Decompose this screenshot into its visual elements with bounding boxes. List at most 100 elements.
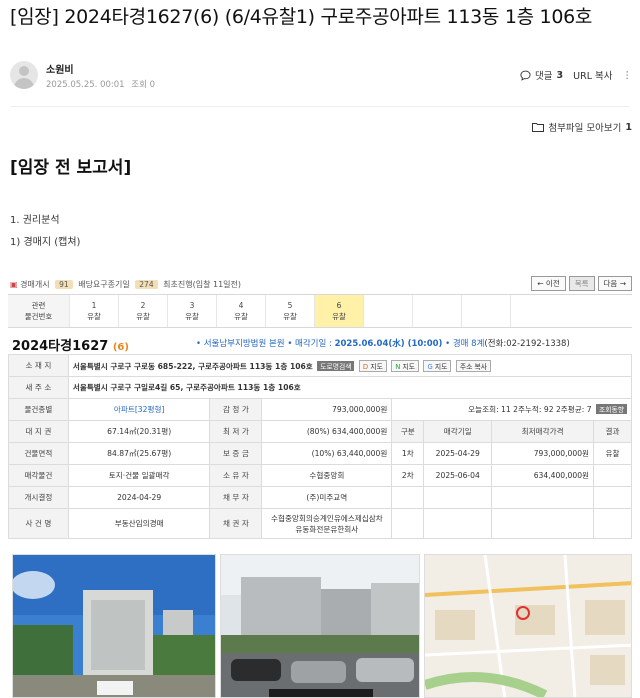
table-row: 새 주 소 서울특별시 구로구 구일로4길 65, 구로주공아파트 113동 1… xyxy=(8,376,633,399)
history-cell: 634,400,000원 xyxy=(491,464,595,487)
row-label: 채 무 자 xyxy=(209,486,263,509)
stage-no: 4 xyxy=(238,301,244,310)
creditor-cell: 수협중앙회의승계인유에스제십삼차 유동화전문유한회사 xyxy=(261,508,393,539)
row-value: 수협중앙회 xyxy=(261,464,393,487)
row-value: 토지·건물 일괄매각 xyxy=(67,464,211,487)
court-dept: • 경매 8계 xyxy=(445,339,485,349)
building-photo-2 xyxy=(220,554,420,698)
property-photos xyxy=(12,554,632,698)
stage-header-line2: 물건번호 xyxy=(24,312,53,321)
row-value: (주)미주교역 xyxy=(261,486,393,509)
subsection-title: 1) 경매지 (캡쳐) xyxy=(10,237,81,248)
case-line: 2024타경1627 (6) • 서울남부지방법원 본원 • 매각기일 : 20… xyxy=(12,335,632,354)
row-label: 개시결정 xyxy=(8,486,69,509)
map-button: G 지도 xyxy=(423,359,452,372)
copy-address-button: 주소 복사 xyxy=(455,359,492,372)
map-button: D 지도 xyxy=(358,359,387,372)
row-label: 물건종별 xyxy=(8,398,69,421)
history-cell-empty xyxy=(593,508,632,539)
location-label: 소 재 지 xyxy=(8,354,69,377)
dividend-label: 배당요구종기일 xyxy=(78,280,130,289)
stage-no: 3 xyxy=(189,301,195,310)
folder-icon xyxy=(532,123,545,132)
avatar[interactable] xyxy=(10,61,38,89)
history-cell: 2025-06-04 xyxy=(423,464,493,487)
table-row: 소 재 지 서울특별시 구로구 구로동 685-222, 구로주공아파트 113… xyxy=(8,354,633,377)
row-label: 매각물건 xyxy=(8,464,69,487)
case-info: • 서울남부지방법원 본원 • 매각기일 : 2025.06.04(水) (10… xyxy=(196,337,570,349)
next-button: 다음 → xyxy=(597,276,632,291)
court-name: • 서울남부지방법원 본원 xyxy=(196,339,285,349)
author-name[interactable]: 소원비 xyxy=(46,61,74,76)
comments-label[interactable]: 댓글 xyxy=(535,68,552,82)
road-search-button: 도로명검색 xyxy=(317,360,355,371)
comment-icon[interactable] xyxy=(520,70,531,81)
court-phone: (전화:02-2192-1338) xyxy=(484,339,570,349)
stage-status: 유찰 xyxy=(283,312,297,321)
case-year-no: 2024타경1627 xyxy=(12,339,109,354)
history-cell-empty xyxy=(423,508,493,539)
stage-status: 유찰 xyxy=(185,312,199,321)
location-value: 서울특별시 구로구 구로동 685-222, 구로주공아파트 113동 1층 1… xyxy=(72,361,313,371)
avatar-head xyxy=(19,66,29,76)
row-value: 아파트[32평형] xyxy=(67,398,211,421)
report-heading: [임장 전 보고서] xyxy=(10,158,132,178)
row-value: 84.87㎡(25.67평) xyxy=(67,442,211,465)
table-row: 대 지 권 67.14㎡(20.31평) 최 저 가 (80%) 634,400… xyxy=(8,420,632,443)
row-label: 사 건 명 xyxy=(8,508,69,539)
post-title: [임장] 2024타경1627(6) (6/4유찰1) 구로주공아파트 113동… xyxy=(10,6,593,28)
url-copy-button[interactable]: URL 복사 xyxy=(573,68,612,82)
location-cell: 서울특별시 구로구 구로동 685-222, 구로주공아파트 113동 1층 1… xyxy=(67,354,633,377)
table-row: 사 건 명 부동산임의경매 채 권 자 수협중앙회의승계인유에스제십삼차 유동화… xyxy=(8,508,632,539)
view-count: 조회 0 xyxy=(131,80,156,90)
history-header: 최저매각가격 xyxy=(491,420,595,443)
history-header: 매각기일 xyxy=(423,420,493,443)
latest-progress: 최초진행(입찰 11일전) xyxy=(163,280,242,289)
capture-stats: ▣ 경매개시 91 배당요구종기일 274 최초진행(입찰 11일전) xyxy=(10,279,241,290)
comments-count[interactable]: 3 xyxy=(557,70,564,81)
history-cell: 2025-04-29 xyxy=(423,442,493,465)
capture-topbar: ▣ 경매개시 91 배당요구종기일 274 최초진행(입찰 11일전) ← 이전… xyxy=(8,276,632,292)
history-cell-empty xyxy=(491,486,595,509)
history-cell: 2차 xyxy=(391,464,425,487)
more-icon[interactable]: ⋮ xyxy=(623,70,633,81)
table-row: 건물면적 84.87㎡(25.67평) 보 증 금 (10%) 63,440,0… xyxy=(8,442,632,465)
table-row: 개시결정 2024-04-29 채 무 자 (주)미주교역 xyxy=(8,486,632,509)
row-label: 보 증 금 xyxy=(209,442,263,465)
stage-cell-empty xyxy=(511,295,632,327)
history-cell: 1차 xyxy=(391,442,425,465)
divider xyxy=(10,106,630,107)
attachments-button[interactable]: 첨부파일 모아보기 1 xyxy=(532,120,632,134)
row-value: (10%) 63,440,000원 xyxy=(261,442,393,465)
stage-header-line1: 관련 xyxy=(31,301,46,310)
new-address-label: 새 주 소 xyxy=(8,376,69,399)
history-cell-empty xyxy=(593,486,632,509)
stage-status: 유찰 xyxy=(87,312,101,321)
history-cell: 유찰 xyxy=(593,442,632,465)
history-cell xyxy=(593,464,632,487)
map-label: 지도 xyxy=(402,362,416,371)
post-meta: 2025.05.25. 00:01 조회 0 xyxy=(46,78,159,90)
prev-button: ← 이전 xyxy=(531,276,566,291)
creditor-line2: 유동화전문유한회사 xyxy=(295,524,359,534)
attachments-count: 1 xyxy=(625,121,632,133)
row-label: 소 유 자 xyxy=(209,464,263,487)
stage-cell-empty xyxy=(413,295,462,327)
row-label: 건물면적 xyxy=(8,442,69,465)
map-label: 지도 xyxy=(434,362,448,371)
attachments-label: 첨부파일 모아보기 xyxy=(548,123,622,134)
row-label: 최 저 가 xyxy=(209,420,263,443)
map-button: N 지도 xyxy=(391,359,420,372)
row-label: 대 지 권 xyxy=(8,420,69,443)
sale-date: 2025.06.04(水) (10:00) xyxy=(334,339,443,349)
post-date: 2025.05.25. 00:01 xyxy=(46,80,125,90)
stage-status: 유찰 xyxy=(332,312,346,321)
case-number: 2024타경1627 (6) xyxy=(12,335,129,354)
building-photo-1 xyxy=(12,554,216,698)
views-stats: 오늘조회: 11 2주누적: 92 2주평균: 7 xyxy=(468,405,592,414)
stage-no: 6 xyxy=(336,301,342,310)
stage-cell: 5 유찰 xyxy=(266,295,315,327)
row-label: 감 정 가 xyxy=(209,398,263,421)
views-cell: 오늘조회: 11 2주누적: 92 2주평균: 7 조회동향 xyxy=(391,398,632,421)
table-row: 물건종별 아파트[32평형] 감 정 가 793,000,000원 오늘조회: … xyxy=(8,398,632,421)
